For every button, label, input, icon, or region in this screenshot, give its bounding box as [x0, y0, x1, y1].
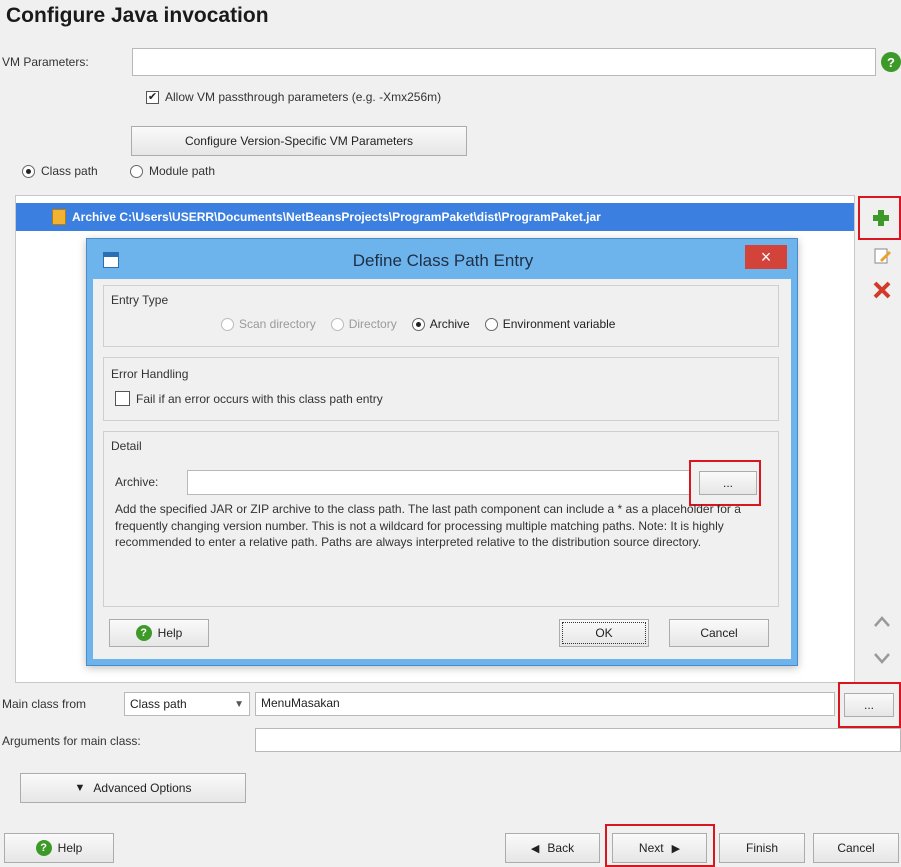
triangle-down-icon: ▼ — [74, 782, 86, 794]
classpath-item-label: Archive C:\Users\USERR\Documents\NetBean… — [72, 210, 601, 224]
define-classpath-dialog: Define Class Path Entry × Entry Type Sca… — [86, 238, 798, 666]
classpath-list-item[interactable]: Archive C:\Users\USERR\Documents\NetBean… — [16, 203, 854, 231]
dialog-cancel-button[interactable]: Cancel — [669, 619, 769, 647]
back-arrow-icon: ◀ — [530, 842, 540, 855]
main-class-source-select[interactable]: Class path ▼ — [124, 692, 250, 716]
back-label: Back — [547, 841, 575, 855]
help-icon: ? — [135, 625, 152, 641]
main-class-input[interactable]: MenuMasakan — [255, 692, 835, 716]
jar-archive-icon — [52, 209, 66, 225]
class-path-radio[interactable] — [22, 164, 35, 178]
fail-on-error-row[interactable]: Fail if an error occurs with this class … — [115, 391, 383, 406]
detail-description: Add the specified JAR or ZIP archive to … — [115, 502, 741, 549]
scan-directory-label: Scan directory — [239, 317, 316, 331]
edit-icon[interactable] — [872, 246, 892, 266]
error-handling-group — [103, 357, 779, 421]
archive-field-label: Archive: — [115, 475, 159, 489]
next-button-highlight — [605, 824, 715, 867]
chevron-down-icon: ▼ — [234, 698, 244, 710]
archive-browse-highlight — [689, 460, 761, 506]
advanced-options-button[interactable]: ▼ Advanced Options — [20, 773, 246, 803]
dialog-body: Entry Type Scan directory Directory Arch… — [93, 279, 791, 659]
delete-icon[interactable] — [872, 280, 892, 300]
close-icon: × — [760, 246, 772, 267]
error-handling-title: Error Handling — [111, 367, 189, 381]
entry-type-group — [103, 285, 779, 347]
environment-variable-radio[interactable] — [484, 317, 498, 331]
main-class-source-value: Class path — [130, 697, 187, 711]
fail-on-error-label: Fail if an error occurs with this class … — [136, 391, 383, 406]
archive-radio[interactable] — [411, 317, 425, 331]
fail-on-error-checkbox[interactable] — [115, 391, 130, 406]
class-path-radio-row[interactable]: Class path — [22, 164, 98, 178]
footer-help-button[interactable]: ? Help — [4, 833, 114, 863]
allow-passthrough-label: Allow VM passthrough parameters (e.g. -X… — [165, 90, 442, 104]
module-path-radio[interactable] — [130, 164, 143, 178]
cancel-button[interactable]: Cancel — [813, 833, 899, 863]
allow-passthrough-checkbox[interactable]: ✔ — [146, 90, 159, 104]
move-down-icon[interactable] — [872, 648, 892, 668]
help-icon: ? — [35, 840, 52, 856]
environment-variable-label: Environment variable — [502, 317, 616, 331]
vm-parameters-input[interactable] — [132, 48, 876, 76]
allow-passthrough-row[interactable]: ✔ Allow VM passthrough parameters (e.g. … — [146, 90, 441, 104]
page-title: Configure Java invocation — [6, 4, 269, 27]
back-button[interactable]: ◀ Back — [505, 833, 600, 863]
detail-title: Detail — [111, 439, 142, 453]
move-up-icon[interactable] — [872, 612, 892, 632]
arguments-label: Arguments for main class: — [2, 734, 141, 748]
archive-label: Archive — [429, 317, 470, 331]
main-class-browse-highlight — [838, 682, 901, 728]
module-path-radio-row[interactable]: Module path — [130, 164, 215, 178]
dialog-title: Define Class Path Entry — [352, 251, 534, 270]
class-path-label: Class path — [41, 164, 98, 178]
dialog-ok-button[interactable]: OK — [559, 619, 649, 647]
configure-vm-parameters-button[interactable]: Configure Version-Specific VM Parameters — [131, 126, 467, 156]
module-path-label: Module path — [149, 164, 216, 178]
directory-radio[interactable] — [330, 317, 344, 331]
advanced-options-label: Advanced Options — [93, 781, 192, 795]
vm-parameters-label: VM Parameters: — [2, 55, 89, 69]
dialog-help-label: Help — [157, 626, 183, 640]
entry-type-title: Entry Type — [111, 293, 169, 307]
footer-help-label: Help — [57, 841, 83, 855]
dialog-close-button[interactable]: × — [745, 245, 787, 269]
arguments-input[interactable] — [255, 728, 901, 752]
directory-label: Directory — [348, 317, 397, 331]
finish-button[interactable]: Finish — [719, 833, 805, 863]
archive-path-input[interactable] — [187, 470, 691, 495]
dialog-help-button[interactable]: ? Help — [109, 619, 209, 647]
add-icon[interactable] — [871, 208, 891, 228]
vm-help-icon[interactable]: ? — [881, 52, 901, 72]
main-class-label: Main class from — [2, 697, 87, 711]
scan-directory-radio[interactable] — [221, 317, 234, 331]
